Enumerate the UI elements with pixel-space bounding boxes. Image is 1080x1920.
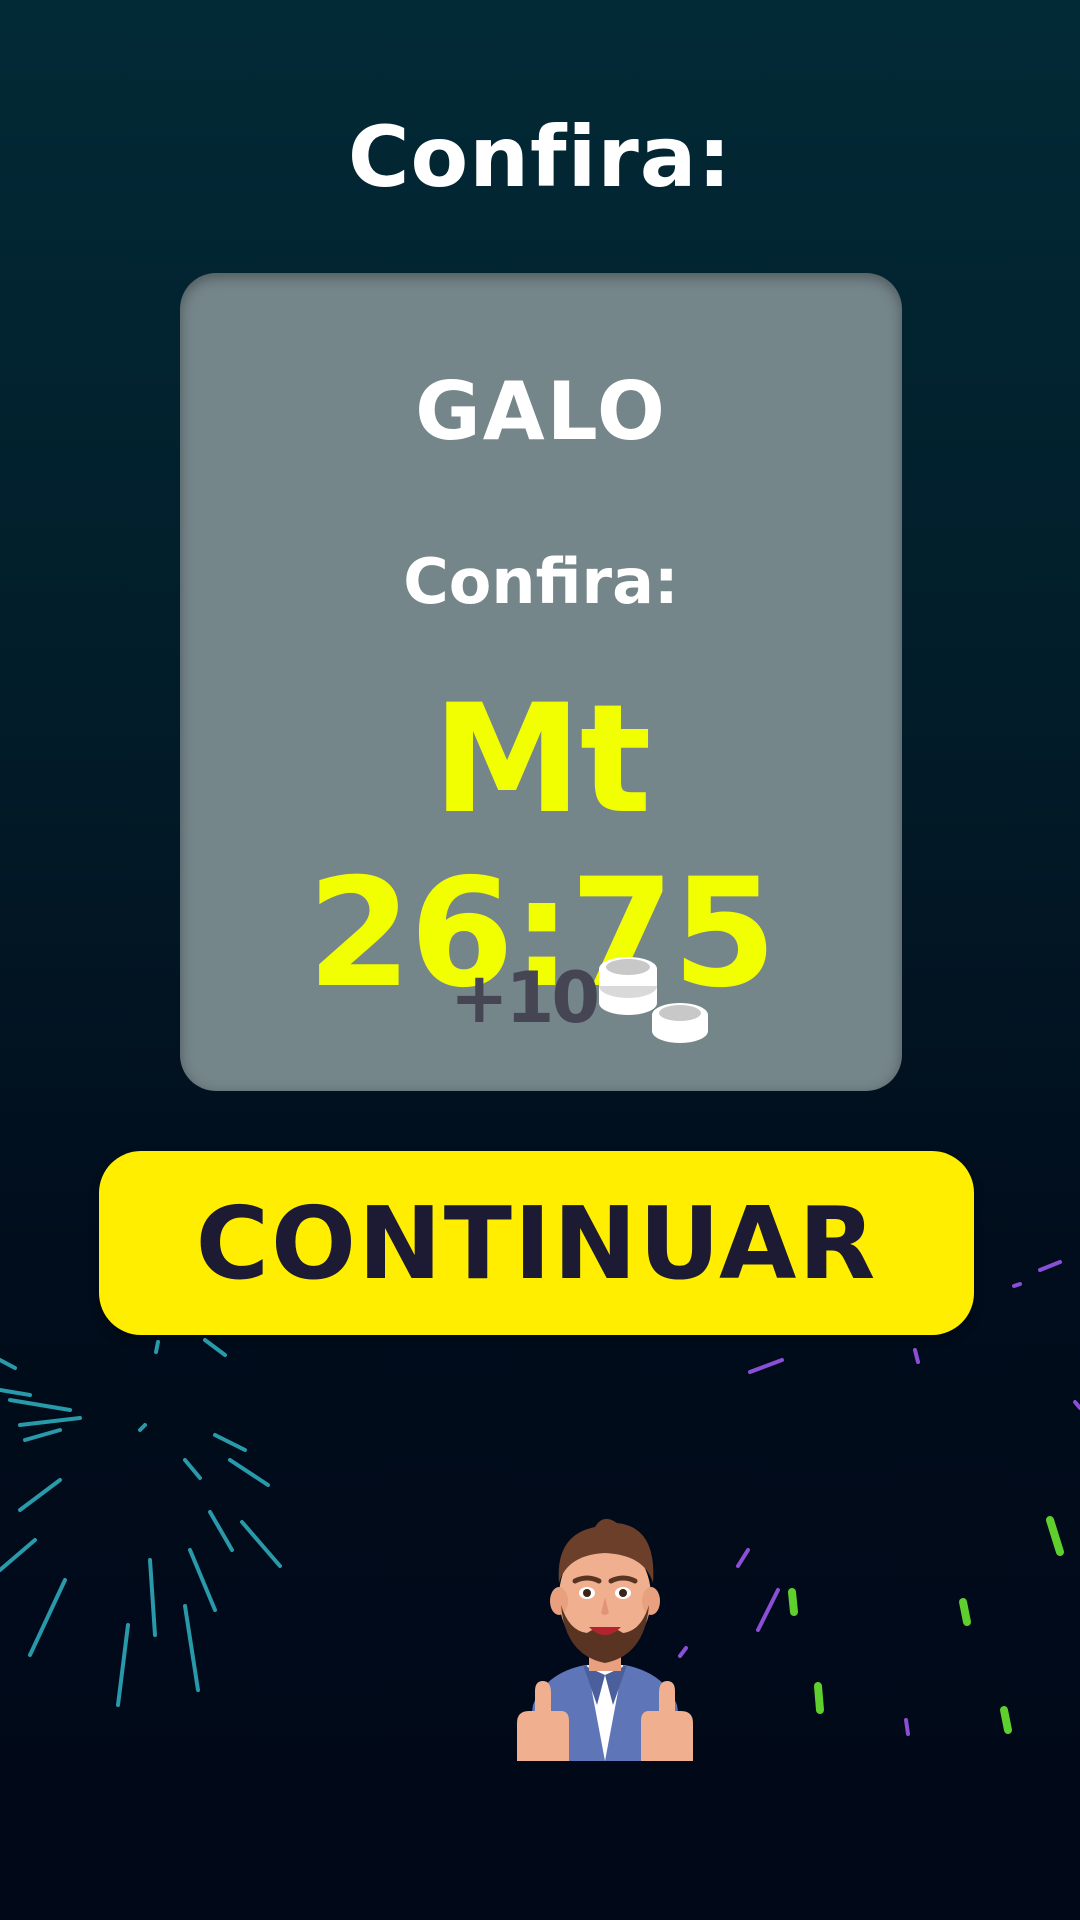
result-screen: Confira: GALO Confira: Mt 26:75 +10 CONT… (0, 0, 1080, 1920)
card-title: GALO (415, 365, 667, 458)
page-title: Confira: (347, 108, 733, 206)
reward-row: +10 (180, 941, 902, 1051)
reward-points: +10 (450, 957, 600, 1039)
result-card: GALO Confira: Mt 26:75 +10 (180, 273, 902, 1091)
card-subtitle: Confira: (403, 545, 679, 618)
coins-icon (599, 957, 708, 1043)
character-illustration (517, 1518, 693, 1761)
